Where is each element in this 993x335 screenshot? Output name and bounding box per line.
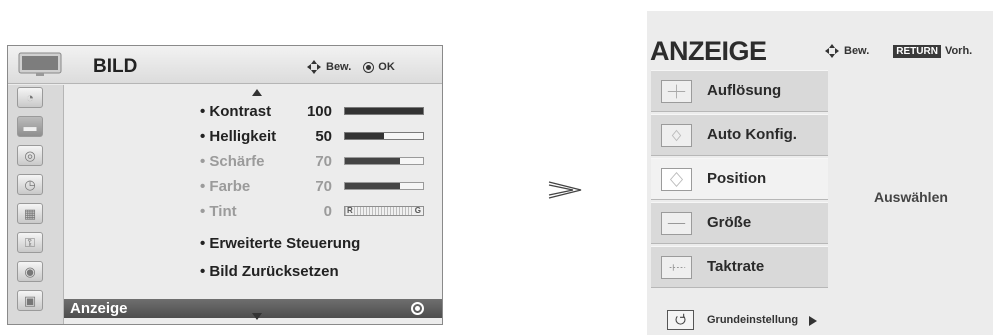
lock-glyph: ⚿ bbox=[25, 234, 35, 250]
panel-hint-text: Auswählen bbox=[874, 189, 948, 205]
tint-bar[interactable]: R G bbox=[344, 206, 424, 216]
option-value: 70 bbox=[315, 177, 332, 195]
ok-icon bbox=[411, 302, 424, 315]
item-label: Auto Konfig. bbox=[707, 126, 797, 143]
bild-menu: BILD Bew. OK ◔ ▬ ◎ ◷ ▦ ⚿ ◉ ▣ • Kontrast … bbox=[7, 45, 443, 325]
item-description-panel: Auswählen bbox=[828, 70, 993, 298]
option-value: 70 bbox=[315, 152, 332, 170]
bild-header: BILD Bew. OK bbox=[8, 46, 442, 84]
item-taktrate[interactable]: Taktrate bbox=[651, 246, 828, 288]
hint-ok-label: OK bbox=[378, 61, 395, 73]
option-farbe[interactable]: • Farbe 70 bbox=[200, 175, 424, 197]
footer-label: Grundeinstellung bbox=[707, 314, 799, 326]
resolution-icon bbox=[661, 80, 692, 103]
lock-icon[interactable]: ⚿ bbox=[17, 232, 43, 253]
tv-picture-icon[interactable]: ▬ bbox=[17, 116, 43, 137]
move-arrows-icon bbox=[825, 44, 839, 58]
option-value: 100 bbox=[306, 102, 332, 120]
option-value: 0 bbox=[323, 202, 332, 220]
scroll-up-icon[interactable] bbox=[252, 89, 262, 96]
auto-config-icon bbox=[661, 124, 692, 147]
hint-back-label: Vorh. bbox=[944, 45, 973, 57]
speaker-glyph: ◔ bbox=[26, 90, 34, 105]
clock-glyph: ◷ bbox=[24, 176, 36, 192]
item-position[interactable]: Position bbox=[651, 158, 828, 200]
disc-icon[interactable]: ◎ bbox=[17, 145, 43, 166]
tint-red-label: R bbox=[346, 206, 354, 215]
globe-glyph: ◉ bbox=[24, 263, 36, 279]
scroll-down-icon[interactable] bbox=[252, 313, 262, 320]
level-bar[interactable] bbox=[344, 182, 424, 190]
option-value: 50 bbox=[315, 127, 332, 145]
level-bar[interactable] bbox=[344, 157, 424, 165]
option-label: • Helligkeit bbox=[200, 127, 277, 145]
category-sidebar: ◔ ▬ ◎ ◷ ▦ ⚿ ◉ ▣ bbox=[8, 85, 64, 324]
size-icon bbox=[661, 212, 692, 235]
reset-default-button[interactable]: Grundeinstellung bbox=[651, 301, 828, 335]
item-label: Größe bbox=[707, 214, 752, 231]
position-icon bbox=[661, 168, 692, 191]
option-label: • Kontrast bbox=[200, 102, 272, 120]
option-schaerfe[interactable]: • Schärfe 70 bbox=[200, 150, 424, 172]
option-label: • Bild Zurücksetzen bbox=[200, 262, 339, 280]
photo-icon[interactable]: ▣ bbox=[17, 290, 43, 311]
calendar-glyph: ▦ bbox=[23, 205, 37, 221]
option-erweiterte-steuerung[interactable]: • Erweiterte Steuerung bbox=[200, 232, 360, 254]
option-label: • Farbe bbox=[200, 177, 251, 195]
menu-title: BILD bbox=[93, 56, 138, 77]
item-label: Taktrate bbox=[707, 258, 765, 275]
clock-icon[interactable]: ◷ bbox=[17, 174, 43, 195]
menu-title: ANZEIGE bbox=[650, 36, 767, 66]
reset-icon bbox=[667, 310, 694, 330]
option-label: • Erweiterte Steuerung bbox=[200, 234, 361, 252]
anzeige-menu: ANZEIGE Bew. RETURN Vorh. Auflösung Auto… bbox=[647, 11, 993, 335]
ok-icon bbox=[363, 61, 375, 73]
option-tint[interactable]: • Tint 0 R G bbox=[200, 200, 424, 222]
speaker-icon[interactable]: ◔ bbox=[17, 87, 43, 108]
calendar-icon[interactable]: ▦ bbox=[17, 203, 43, 224]
option-bild-zuruecksetzen[interactable]: • Bild Zurücksetzen bbox=[200, 260, 339, 282]
tv-icon bbox=[18, 52, 62, 76]
anzeige-item-list: Auflösung Auto Konfig. Position Größe Ta… bbox=[651, 70, 828, 298]
clock-rate-icon bbox=[661, 256, 692, 279]
navigation-hint: Bew. RETURN Vorh. bbox=[824, 43, 972, 59]
disc-glyph: ◎ bbox=[24, 147, 36, 163]
play-arrow-icon bbox=[809, 316, 817, 326]
photo-glyph: ▣ bbox=[23, 292, 37, 308]
item-auto-konfig[interactable]: Auto Konfig. bbox=[651, 114, 828, 156]
level-fill bbox=[345, 133, 384, 139]
option-label: • Schärfe bbox=[200, 152, 265, 170]
move-arrows-icon bbox=[307, 60, 321, 74]
navigation-hint: Bew. OK bbox=[306, 59, 395, 75]
level-bar[interactable] bbox=[344, 107, 424, 115]
return-badge: RETURN bbox=[893, 44, 941, 58]
hint-move-label: Bew. bbox=[844, 45, 870, 57]
level-bar[interactable] bbox=[344, 132, 424, 140]
level-fill bbox=[345, 108, 423, 114]
tint-green-label: G bbox=[413, 206, 422, 215]
item-aufloesung[interactable]: Auflösung bbox=[651, 70, 828, 112]
level-fill bbox=[345, 183, 400, 189]
item-label: Position bbox=[707, 170, 767, 187]
option-helligkeit[interactable]: • Helligkeit 50 bbox=[200, 125, 424, 147]
transition-arrow-icon bbox=[548, 181, 582, 199]
item-label: Auflösung bbox=[707, 82, 782, 99]
option-kontrast[interactable]: • Kontrast 100 bbox=[200, 100, 424, 122]
option-label: • Tint bbox=[200, 202, 237, 220]
hint-move-label: Bew. bbox=[326, 61, 352, 73]
selected-option-label: Anzeige bbox=[70, 300, 128, 317]
item-groesse[interactable]: Größe bbox=[651, 202, 828, 244]
level-fill bbox=[345, 158, 400, 164]
globe-icon[interactable]: ◉ bbox=[17, 261, 43, 282]
tv-glyph: ▬ bbox=[23, 119, 37, 134]
